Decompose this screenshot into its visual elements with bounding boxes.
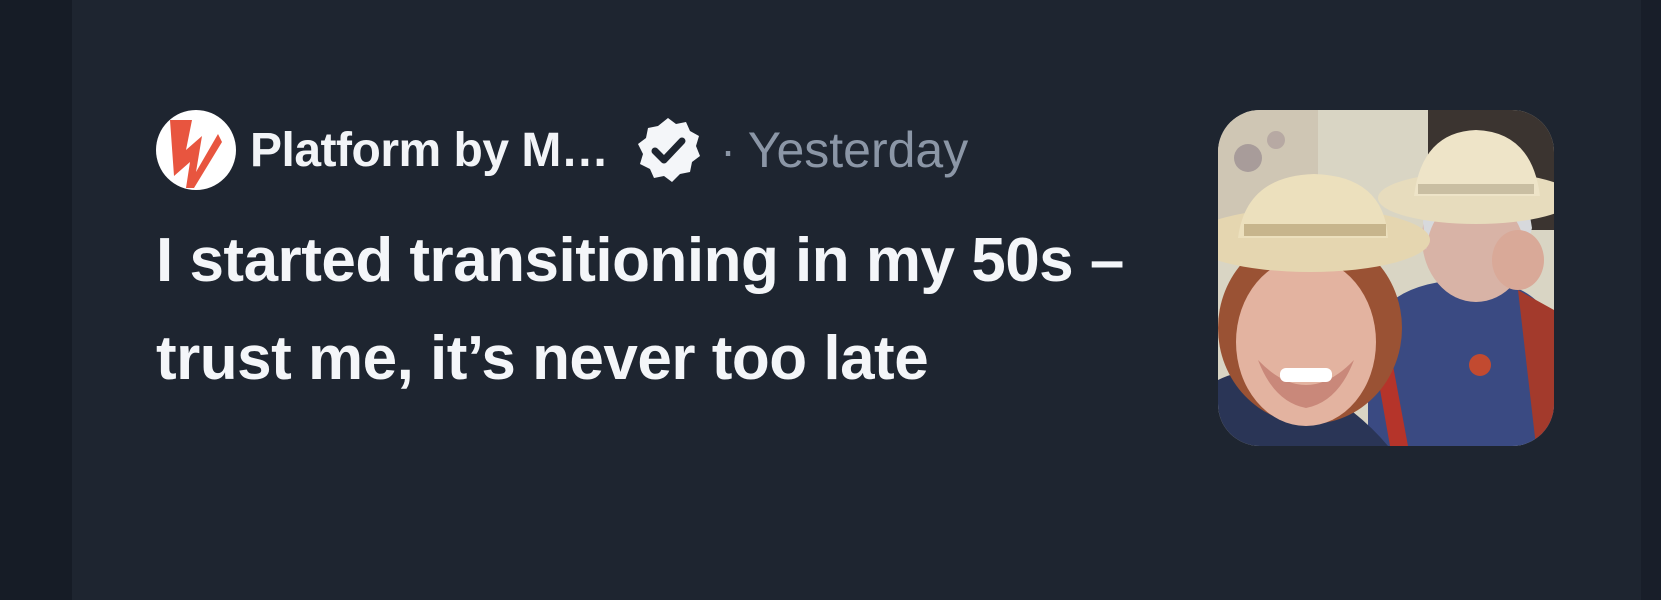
left-rail [0,0,72,600]
source-name[interactable]: Platform by M… [250,123,609,178]
page: Platform by M… · Yesterday I started tra… [0,0,1661,600]
headline[interactable]: I started transitioning in my 50s – trus… [156,212,1156,408]
article-meta: Platform by M… · Yesterday [156,110,968,190]
meta-separator: · [720,124,736,176]
article-thumbnail[interactable] [1218,110,1554,446]
platform-logo-icon [156,110,236,190]
verified-badge-icon [638,118,701,182]
timestamp: Yesterday [747,122,969,178]
thumbnail-photo [1218,110,1554,446]
news-card[interactable]: Platform by M… · Yesterday I started tra… [72,0,1641,600]
right-rail [1641,0,1661,600]
